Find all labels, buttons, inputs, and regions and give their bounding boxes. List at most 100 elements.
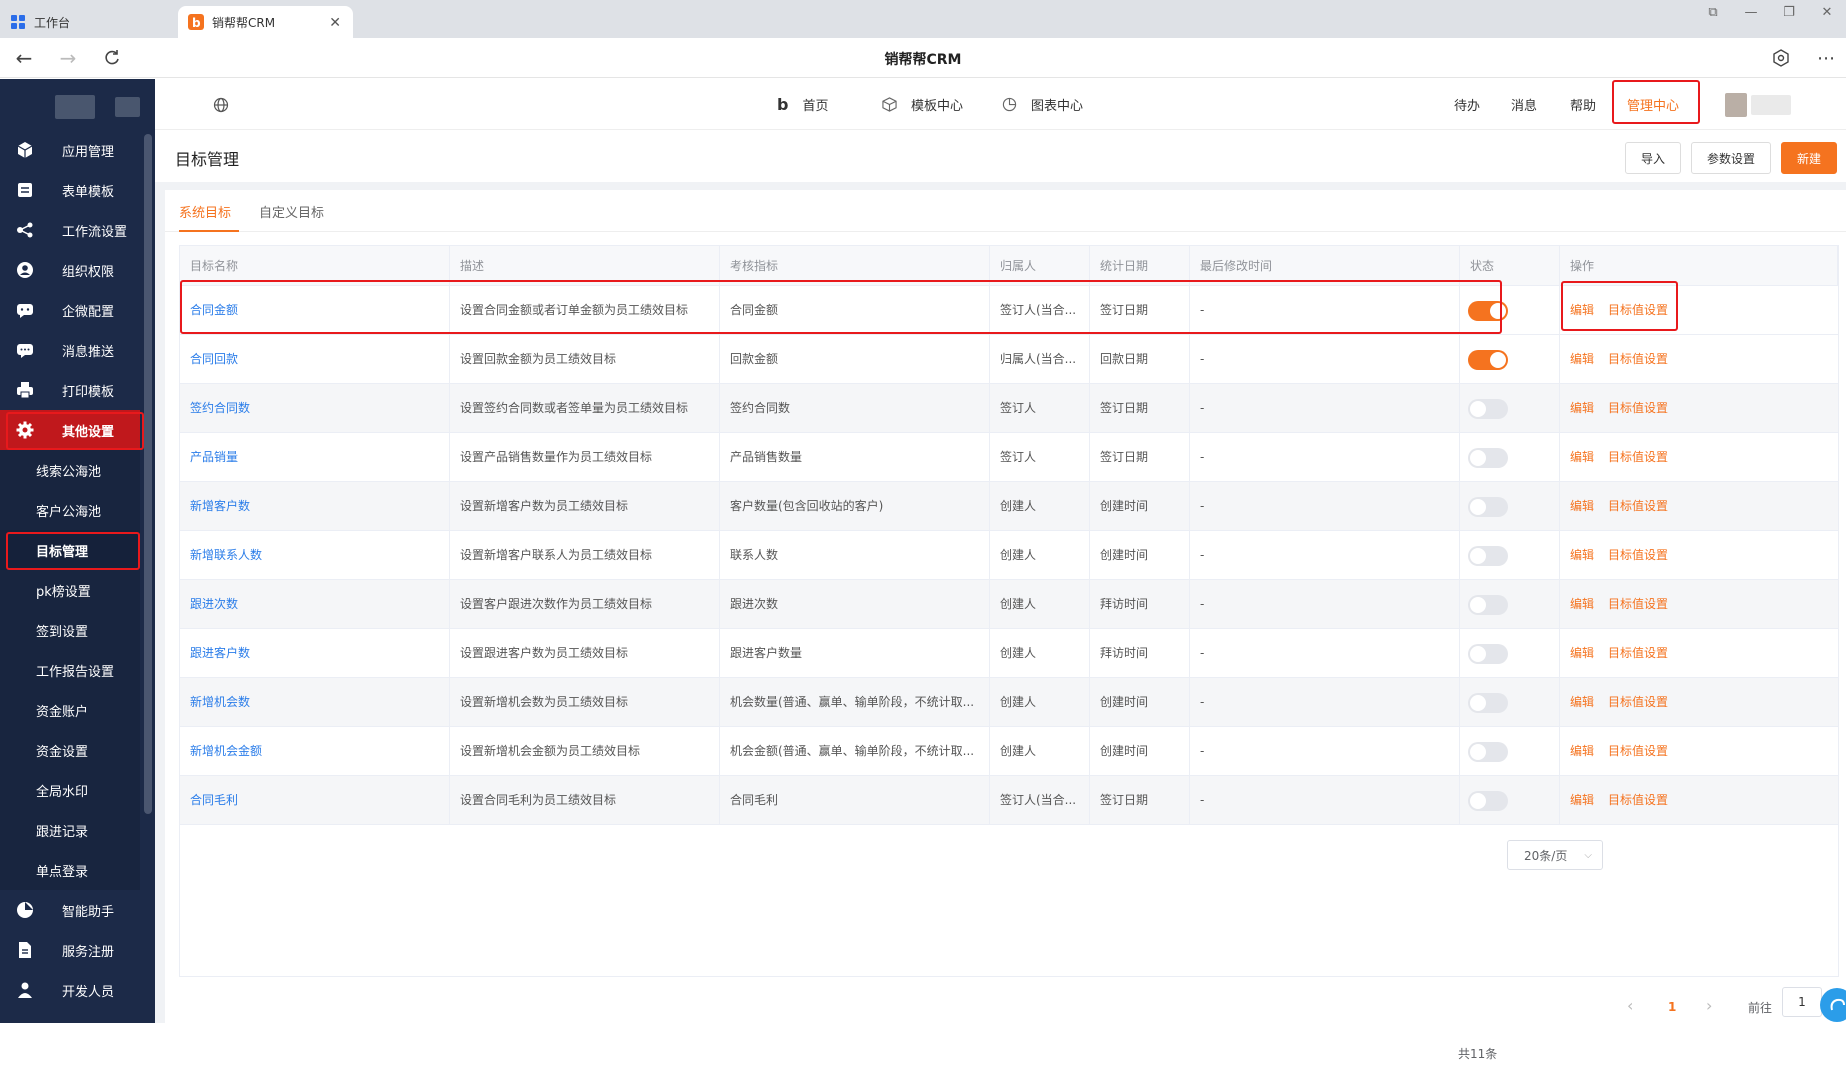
next-page-icon[interactable]: › (1706, 990, 1712, 1020)
restore-pin-icon[interactable]: ⧉ (1694, 0, 1732, 24)
status-toggle[interactable] (1468, 791, 1508, 811)
params-settings-button[interactable]: 参数设置 (1691, 142, 1771, 174)
status-toggle[interactable] (1468, 497, 1508, 517)
sidebar-item[interactable]: 开发人员 (0, 970, 140, 1010)
status-toggle[interactable] (1468, 742, 1508, 762)
import-button[interactable]: 导入 (1625, 142, 1681, 174)
target-value-settings-link[interactable]: 目标值设置 (1608, 597, 1668, 611)
sidebar-subitem[interactable]: pk榜设置 (0, 570, 140, 610)
edit-link[interactable]: 编辑 (1570, 793, 1594, 807)
new-button[interactable]: 新建 (1781, 142, 1837, 174)
tab-crm[interactable]: b 销帮帮CRM ✕ (178, 6, 353, 38)
sidebar-subitem[interactable]: 线索公海池 (0, 450, 140, 490)
sidebar-item-label: 企微配置 (62, 304, 115, 320)
target-value-settings-link[interactable]: 目标值设置 (1608, 793, 1668, 807)
status-toggle[interactable] (1468, 350, 1508, 370)
nav-admin-center[interactable]: 管理中心 (1627, 79, 1679, 130)
target-name-link[interactable]: 合同回款 (180, 335, 450, 384)
sidebar-item[interactable]: 打印模板 (0, 370, 140, 410)
sidebar-subitem[interactable]: 跟进记录 (0, 810, 140, 850)
sidebar-subitem[interactable]: 客户公海池 (0, 490, 140, 530)
globe-icon[interactable] (213, 79, 229, 130)
status-toggle[interactable] (1468, 595, 1508, 615)
edit-link[interactable]: 编辑 (1570, 695, 1594, 709)
settings-hex-icon[interactable] (1767, 46, 1795, 70)
nav-templates[interactable]: 模板中心 (882, 79, 963, 130)
edit-link[interactable]: 编辑 (1570, 303, 1594, 317)
target-name-link[interactable]: 产品销量 (180, 433, 450, 482)
target-name-link[interactable]: 新增客户数 (180, 482, 450, 531)
help-float-button[interactable] (1820, 988, 1846, 1022)
sidebar-subitem[interactable]: 全局水印 (0, 770, 140, 810)
status-toggle[interactable] (1468, 448, 1508, 468)
edit-link[interactable]: 编辑 (1570, 597, 1594, 611)
prev-page-icon[interactable]: ‹ (1627, 990, 1633, 1020)
target-name-link[interactable]: 签约合同数 (180, 384, 450, 433)
page-size-value: 20条/页 (1524, 848, 1568, 863)
status-toggle[interactable] (1468, 301, 1508, 321)
close-window-icon[interactable]: ✕ (1808, 0, 1846, 24)
target-value-settings-link[interactable]: 目标值设置 (1608, 352, 1668, 366)
target-value-settings-link[interactable]: 目标值设置 (1608, 303, 1668, 317)
page-number-current[interactable]: 1 (1668, 992, 1676, 1022)
sidebar-subitem[interactable]: 资金账户 (0, 690, 140, 730)
target-name-link[interactable]: 跟进客户数 (180, 629, 450, 678)
status-toggle[interactable] (1468, 693, 1508, 713)
edit-link[interactable]: 编辑 (1570, 548, 1594, 562)
edit-link[interactable]: 编辑 (1570, 744, 1594, 758)
sidebar-item[interactable]: 组织权限 (0, 250, 140, 290)
page-size-select[interactable]: 20条/页 ⌵ (1507, 840, 1603, 870)
sidebar-user[interactable] (0, 79, 155, 136)
sidebar-item[interactable]: 其他设置 (0, 410, 140, 450)
sidebar-subitem[interactable]: 工作报告设置 (0, 650, 140, 690)
tab-workbench[interactable]: 工作台 (10, 6, 170, 38)
minimize-icon[interactable]: — (1732, 0, 1770, 24)
sidebar-scrollbar[interactable] (144, 134, 152, 814)
sidebar-subitem[interactable]: 资金设置 (0, 730, 140, 770)
sidebar-subitem[interactable]: 签到设置 (0, 610, 140, 650)
target-name-link[interactable]: 新增联系人数 (180, 531, 450, 580)
target-value-settings-link[interactable]: 目标值设置 (1608, 499, 1668, 513)
nav-messages[interactable]: 消息 (1511, 79, 1537, 130)
sidebar-item[interactable]: 消息推送 (0, 330, 140, 370)
target-value-settings-link[interactable]: 目标值设置 (1608, 744, 1668, 758)
maximize-icon[interactable]: ❐ (1770, 0, 1808, 24)
target-name-link[interactable]: 跟进次数 (180, 580, 450, 629)
nav-todo[interactable]: 待办 (1454, 79, 1480, 130)
target-name-link[interactable]: 合同毛利 (180, 776, 450, 825)
close-tab-icon[interactable]: ✕ (329, 15, 341, 31)
sidebar-subitem[interactable]: 单点登录 (0, 850, 140, 890)
target-name-link[interactable]: 新增机会数 (180, 678, 450, 727)
status-toggle[interactable] (1468, 399, 1508, 419)
sidebar-item[interactable]: 智能助手 (0, 890, 140, 930)
edit-link[interactable]: 编辑 (1570, 450, 1594, 464)
sidebar-item[interactable]: 工作流设置 (0, 210, 140, 250)
target-name-link[interactable]: 合同金额 (180, 286, 450, 335)
edit-link[interactable]: 编辑 (1570, 646, 1594, 660)
more-icon[interactable]: ⋯ (1812, 46, 1840, 70)
target-value-settings-link[interactable]: 目标值设置 (1608, 695, 1668, 709)
sidebar-item[interactable]: 表单模板 (0, 170, 140, 210)
goto-page-input[interactable]: 1 (1782, 987, 1822, 1017)
target-value-settings-link[interactable]: 目标值设置 (1608, 450, 1668, 464)
sidebar-item[interactable]: 服务注册 (0, 930, 140, 970)
tab-custom-targets[interactable]: 自定义目标 (259, 202, 324, 221)
target-value-settings-link[interactable]: 目标值设置 (1608, 401, 1668, 415)
sidebar-subitem[interactable]: 目标管理 (0, 530, 140, 570)
sidebar-item[interactable]: 企微配置 (0, 290, 140, 330)
target-value-settings-link[interactable]: 目标值设置 (1608, 548, 1668, 562)
nav-home[interactable]: b 首页 (777, 79, 828, 130)
user-avatar[interactable] (1725, 93, 1747, 117)
target-name-link[interactable]: 新增机会金额 (180, 727, 450, 776)
status-toggle[interactable] (1468, 644, 1508, 664)
edit-link[interactable]: 编辑 (1570, 401, 1594, 415)
sidebar-item[interactable]: 应用管理 (0, 130, 140, 170)
table-cell: 签订人(当合... (990, 776, 1090, 825)
target-value-settings-link[interactable]: 目标值设置 (1608, 646, 1668, 660)
tab-system-targets[interactable]: 系统目标 (179, 202, 231, 221)
edit-link[interactable]: 编辑 (1570, 499, 1594, 513)
nav-charts[interactable]: 图表中心 (1002, 79, 1083, 130)
edit-link[interactable]: 编辑 (1570, 352, 1594, 366)
nav-help[interactable]: 帮助 (1570, 79, 1596, 130)
status-toggle[interactable] (1468, 546, 1508, 566)
